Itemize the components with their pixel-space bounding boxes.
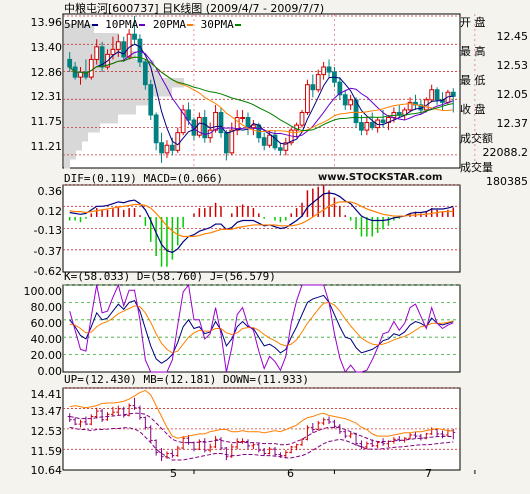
candle-body <box>299 111 305 126</box>
volume-profile-bar <box>64 114 118 124</box>
ma20-swatch <box>187 24 193 26</box>
candle-body <box>261 137 267 146</box>
ma10-swatch <box>139 24 146 26</box>
candle-body <box>88 58 94 78</box>
x-tick-label: 6 <box>287 467 294 480</box>
macd-legend: DIF=(0.119) MACD=(0.066) <box>64 172 223 185</box>
ma5-legend: 5PMA <box>64 18 91 31</box>
stock-chart-svg <box>62 13 476 474</box>
watermark: www.STOCKSTAR.com <box>318 172 443 183</box>
ma10-legend: 10PMA <box>105 18 139 31</box>
ma-legend: 5PMA 10PMA 20PMA 30PMA <box>64 18 242 31</box>
ma5-swatch <box>91 24 98 26</box>
ma30-legend: 30PMA <box>200 18 234 31</box>
candle-body <box>429 89 435 101</box>
candle-body <box>326 66 332 73</box>
volume-profile-bar <box>64 123 100 133</box>
kdj-legend: K=(58.033) D=(58.760) J=(56.579) <box>64 270 276 283</box>
volume-profile-bar <box>64 132 88 142</box>
candle-body <box>240 117 245 120</box>
candle-body <box>434 89 440 101</box>
volume-profile-bar <box>64 96 148 106</box>
x-tick-label: 7 <box>425 467 432 480</box>
candle-body <box>245 117 251 129</box>
candle-body <box>126 33 132 58</box>
ma30-swatch <box>234 24 241 26</box>
candle-body <box>348 99 354 106</box>
candle-body <box>110 48 116 55</box>
volume-profile-bar <box>64 141 82 151</box>
volume-profile-bar <box>64 105 136 115</box>
candle-body <box>310 84 316 91</box>
candle-body <box>142 61 148 86</box>
candle-body <box>67 58 73 68</box>
candle-body <box>321 66 327 76</box>
boll-legend: UP=(12.430) MB=(12.181) DOWN=(11.933) <box>64 373 310 386</box>
candle-body <box>450 91 456 97</box>
candle-body <box>159 142 164 154</box>
candle-body <box>223 132 229 154</box>
candle-body <box>132 33 137 40</box>
candle-body <box>315 74 321 91</box>
candle-body <box>396 111 402 116</box>
candle-body <box>153 114 159 144</box>
candle-body <box>175 132 181 151</box>
candle-body <box>121 41 127 58</box>
candle-body <box>380 119 386 124</box>
candle-body <box>359 122 364 131</box>
candle-body <box>369 122 375 129</box>
ma20-legend: 20PMA <box>152 18 186 31</box>
candle-body <box>364 122 370 131</box>
candle-body <box>186 109 191 121</box>
candle-body <box>169 144 175 151</box>
x-tick-label: 5 <box>170 467 177 480</box>
candle-body <box>278 147 283 151</box>
candle-body <box>148 84 154 116</box>
candle-body <box>305 84 310 113</box>
volume-profile-bar <box>64 33 118 43</box>
candle-body <box>218 111 224 134</box>
candle-body <box>94 46 100 60</box>
volume-profile-bar <box>64 159 70 169</box>
candle-body <box>164 144 170 154</box>
candle-body <box>267 134 272 146</box>
candle-body <box>115 41 121 50</box>
candle-body <box>342 94 348 106</box>
candle-body <box>229 129 235 154</box>
volume-profile-bar <box>64 150 76 160</box>
